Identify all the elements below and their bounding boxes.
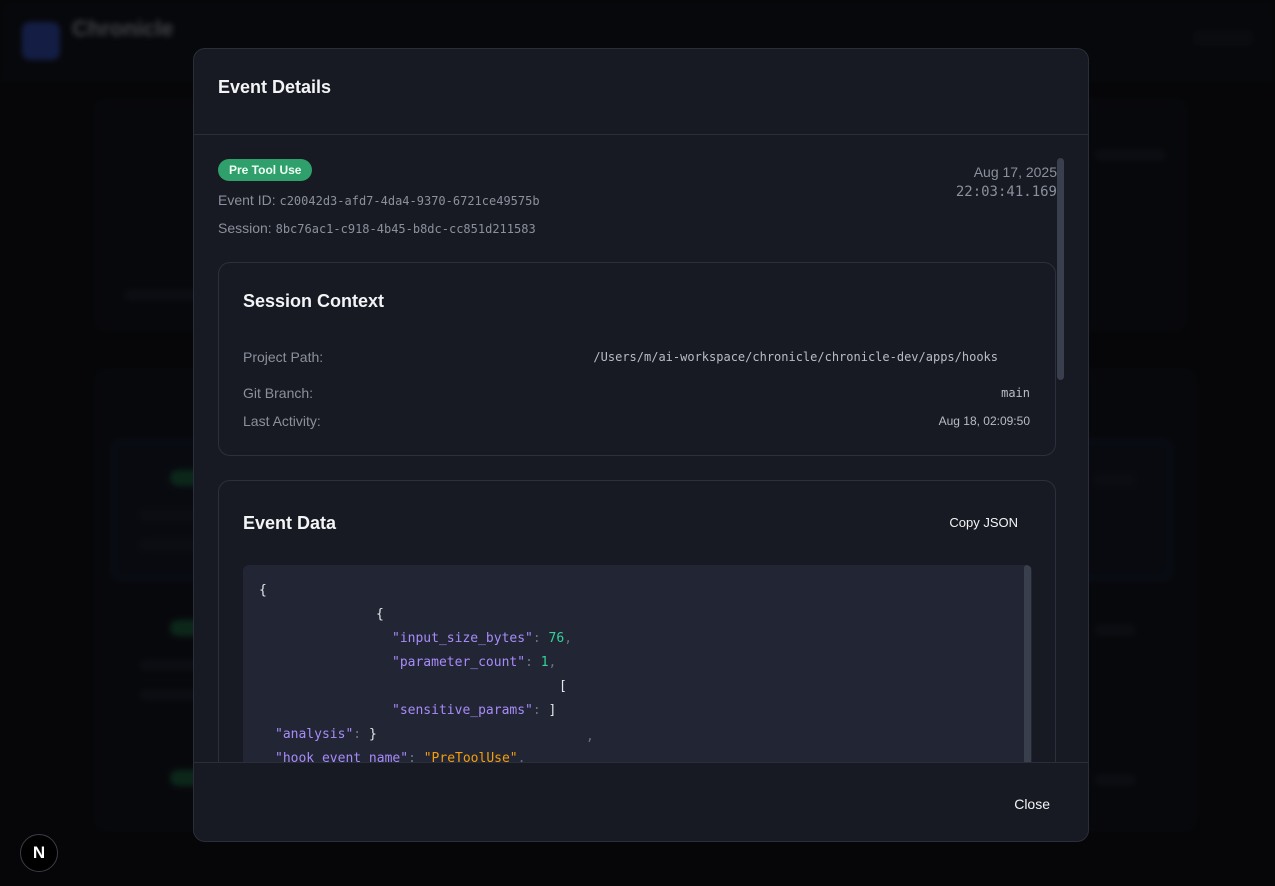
event-details-modal: Event Details Pre Tool Use Event ID: c20…	[193, 48, 1089, 842]
session-id-value: 8bc76ac1-c918-4b45-b8dc-cc851d211583	[275, 222, 536, 236]
git-branch-value: main	[1001, 386, 1030, 400]
modal-body[interactable]: Pre Tool Use Event ID: c20042d3-afd7-4da…	[194, 136, 1088, 762]
git-branch-label: Git Branch:	[243, 385, 314, 401]
json-line: [	[559, 679, 567, 694]
code-scrollbar[interactable]	[1024, 565, 1031, 762]
project-path-label: Project Path:	[243, 349, 324, 365]
event-timestamp: Aug 17, 2025 22:03:41.169	[956, 162, 1057, 202]
project-path-value: /Users/m/ai-workspace/chronicle/chronicl…	[593, 350, 998, 364]
modal-footer: Close	[194, 762, 1088, 841]
event-data-title: Event Data	[243, 513, 337, 533]
event-type-badge: Pre Tool Use	[218, 159, 313, 181]
json-line: "analysis": }	[275, 727, 377, 742]
event-id-value: c20042d3-afd7-4da4-9370-6721ce49575b	[279, 194, 540, 208]
event-data-card: Event Data Copy JSON { { "input_size_byt…	[218, 480, 1056, 762]
json-line: {	[376, 607, 384, 622]
json-code-block[interactable]: { { "input_size_bytes": 76, "parameter_c…	[243, 565, 1032, 762]
modal-title: Event Details	[218, 77, 332, 97]
timestamp-time: 22:03:41.169	[955, 184, 1057, 200]
timestamp-date: Aug 17, 2025	[973, 164, 1057, 180]
session-context-title: Session Context	[243, 291, 385, 311]
json-line: "parameter_count": 1,	[392, 655, 557, 670]
nextjs-dev-indicator-icon[interactable]: N	[20, 834, 58, 872]
last-activity-label: Last Activity:	[243, 413, 321, 429]
json-line: {	[259, 583, 267, 598]
close-button[interactable]: Close	[998, 786, 1066, 822]
json-line: "input_size_bytes": 76,	[392, 631, 573, 646]
event-id-label: Event ID:	[218, 192, 276, 208]
last-activity-value: Aug 18, 02:09:50	[938, 414, 1030, 428]
json-line: "hook_event_name": "PreToolUse",	[275, 751, 526, 762]
modal-scrollbar-thumb[interactable]	[1057, 158, 1064, 380]
modal-header: Event Details	[194, 49, 1088, 135]
session-context-card: Session Context Project Path: /Users/m/a…	[218, 262, 1056, 456]
json-line: "sensitive_params": ]	[392, 703, 557, 718]
session-id-row: Session: 8bc76ac1-c918-4b45-b8dc-cc851d2…	[218, 220, 536, 236]
modal-scrollbar[interactable]	[1057, 158, 1064, 760]
copy-json-button[interactable]: Copy JSON	[937, 505, 1030, 541]
event-id-row: Event ID: c20042d3-afd7-4da4-9370-6721ce…	[218, 192, 540, 208]
json-line: ,	[586, 729, 594, 744]
session-id-label: Session:	[218, 220, 272, 236]
